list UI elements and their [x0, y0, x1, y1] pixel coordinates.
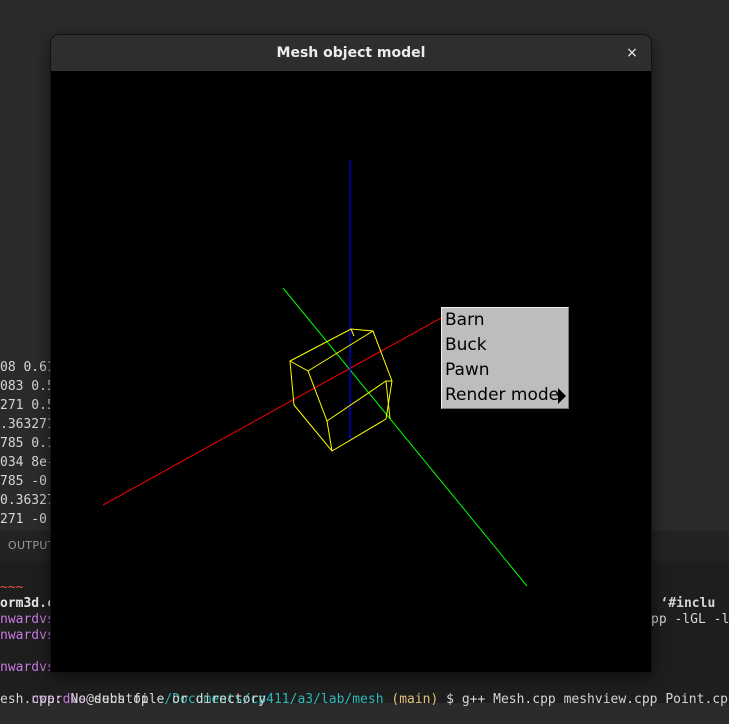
menu-item-render-mode[interactable]: Render mode — [445, 383, 559, 408]
terminal-file-line: orm3d.c — [0, 596, 55, 611]
terminal-prompt-line: nwardvs@debstop ~/Documents/cp411/a3/lab… — [0, 676, 729, 707]
cube-mesh-wireframe — [289, 328, 393, 452]
prompt-command: $ g++ Mesh.cpp meshview.cpp Point.cpp V — [438, 692, 729, 707]
close-icon[interactable]: × — [623, 44, 641, 62]
menu-item-barn[interactable]: Barn — [445, 308, 485, 333]
terminal-error-line: esh.cpp: No such file or directory — [0, 692, 267, 707]
terminal-user-line: nwardvs — [0, 628, 55, 643]
window-title: Mesh object model — [276, 45, 426, 61]
menu-item-buck[interactable]: Buck — [445, 333, 487, 358]
window-titlebar[interactable]: Mesh object model × — [51, 35, 651, 72]
terminal-user-line: nwardvs — [0, 612, 55, 627]
context-menu[interactable]: Barn Buck Pawn Render mode — [441, 307, 569, 409]
prompt-branch: (main) — [383, 692, 439, 707]
fragment-bold-text: ‘#inclu — [660, 596, 716, 611]
terminal-user-line: nwardvs — [0, 660, 55, 675]
terminal-right-fragment: pp -lGL -lG — [651, 612, 729, 627]
terminal-tilde-line: ~~~ — [0, 580, 24, 595]
x-axis-line — [102, 312, 451, 506]
tab-output[interactable]: OUTPUT — [8, 539, 55, 552]
submenu-arrow-icon — [558, 388, 566, 404]
menu-item-pawn[interactable]: Pawn — [445, 358, 490, 383]
